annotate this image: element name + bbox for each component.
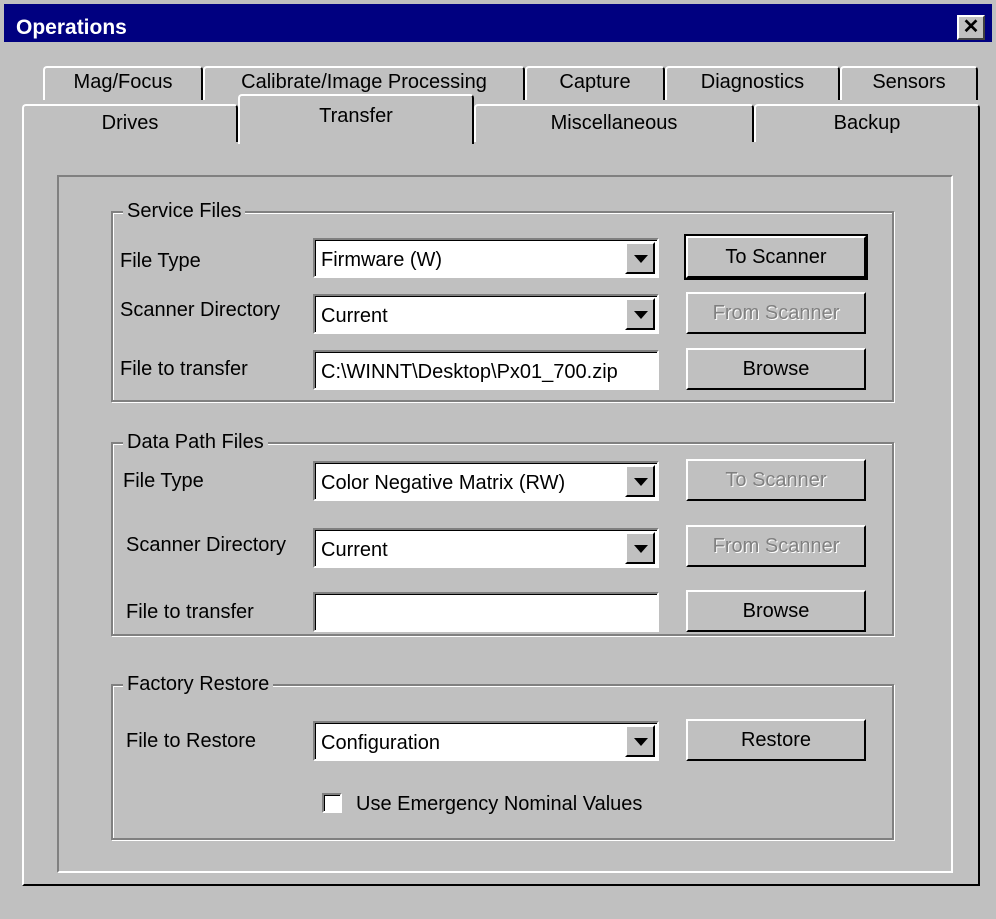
chevron-down-icon[interactable] (625, 725, 655, 757)
tab-backup[interactable]: Backup (754, 104, 980, 142)
input-value: C:\WINNT\Desktop\Px01_700.zip (321, 361, 618, 383)
service-file-type-label: File Type (120, 250, 201, 272)
tab-drives[interactable]: Drives (22, 104, 238, 142)
button-label: Browse (742, 358, 810, 380)
data-file-type-label: File Type (123, 470, 204, 492)
emergency-nominal-values-label[interactable]: Use Emergency Nominal Values (356, 792, 642, 816)
tab-label: Diagnostics (700, 71, 805, 93)
service-scanner-directory-label: Scanner Directory (120, 299, 281, 321)
restore-button[interactable]: Restore (686, 719, 866, 761)
window-title: Operations (16, 16, 127, 39)
file-to-restore-combo[interactable]: Configuration (313, 721, 659, 761)
file-to-restore-label: File to Restore (126, 730, 257, 752)
data-from-scanner-button[interactable]: From Scanner (686, 525, 866, 567)
button-label: To Scanner (725, 469, 827, 491)
title-bar[interactable]: Operations ✕ (4, 4, 992, 42)
data-scanner-directory-label: Scanner Directory (126, 534, 287, 556)
tab-label: Sensors (872, 71, 946, 93)
combo-value: Current (321, 305, 388, 327)
tab-label: Transfer (319, 105, 393, 127)
tab-mag-focus[interactable]: Mag/Focus (43, 66, 203, 100)
close-icon: ✕ (962, 16, 980, 38)
service-to-scanner-button[interactable]: To Scanner (684, 234, 868, 280)
tab-capture[interactable]: Capture (525, 66, 665, 100)
button-label: To Scanner (725, 246, 827, 268)
chevron-down-icon[interactable] (625, 242, 655, 274)
button-label: Browse (742, 600, 810, 622)
data-file-type-combo[interactable]: Color Negative Matrix (RW) (313, 461, 659, 501)
service-browse-button[interactable]: Browse (686, 348, 866, 390)
combo-value: Color Negative Matrix (RW) (321, 472, 566, 494)
close-button[interactable]: ✕ (957, 15, 985, 40)
tab-transfer[interactable]: Transfer (238, 94, 474, 144)
data-to-scanner-button[interactable]: To Scanner (686, 459, 866, 501)
combo-value: Firmware (W) (321, 249, 443, 271)
button-label: From Scanner (712, 535, 840, 557)
factory-restore-legend: Factory Restore (123, 672, 274, 696)
tab-label: Drives (101, 112, 159, 134)
chevron-down-icon[interactable] (625, 465, 655, 497)
chevron-down-icon[interactable] (625, 532, 655, 564)
tab-label: Capture (559, 71, 631, 93)
button-label: Restore (740, 729, 812, 751)
combo-value: Configuration (321, 732, 440, 754)
tab-diagnostics[interactable]: Diagnostics (665, 66, 840, 100)
service-file-type-combo[interactable]: Firmware (W) (313, 238, 659, 278)
tab-label: Calibrate/Image Processing (241, 71, 487, 93)
factory-restore-group (111, 684, 894, 840)
service-from-scanner-button[interactable]: From Scanner (686, 292, 866, 334)
emergency-nominal-values-checkbox[interactable] (322, 793, 342, 813)
tab-label: Mag/Focus (73, 71, 173, 93)
service-file-to-transfer-input[interactable]: C:\WINNT\Desktop\Px01_700.zip (313, 350, 659, 390)
tab-sensors[interactable]: Sensors (840, 66, 978, 100)
data-path-files-legend: Data Path Files (123, 430, 268, 454)
data-file-to-transfer-label: File to transfer (126, 601, 254, 623)
button-label: From Scanner (712, 302, 840, 324)
operations-window: Operations ✕ Mag/Focus Calibrate/Image P… (0, 0, 996, 919)
tab-label: Backup (833, 112, 901, 134)
data-scanner-directory-combo[interactable]: Current (313, 528, 659, 568)
service-files-legend: Service Files (123, 199, 246, 223)
tab-miscellaneous[interactable]: Miscellaneous (474, 104, 754, 142)
data-file-to-transfer-input[interactable] (313, 592, 659, 632)
tab-label: Miscellaneous (550, 112, 678, 134)
data-browse-button[interactable]: Browse (686, 590, 866, 632)
service-file-to-transfer-label: File to transfer (120, 358, 248, 380)
combo-value: Current (321, 539, 388, 561)
chevron-down-icon[interactable] (625, 298, 655, 330)
service-scanner-directory-combo[interactable]: Current (313, 294, 659, 334)
